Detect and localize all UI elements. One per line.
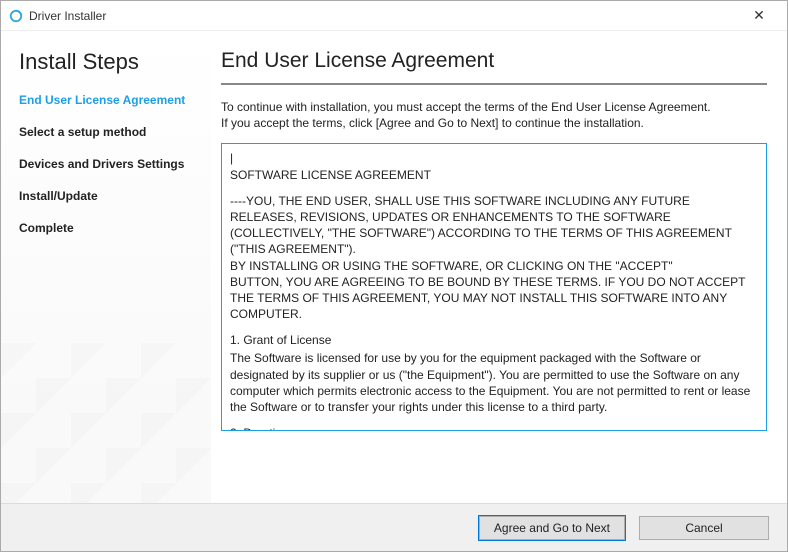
instruction-line-2: If you accept the terms, click [Agree an… xyxy=(221,116,644,130)
agree-next-button[interactable]: Agree and Go to Next xyxy=(479,516,625,540)
step-devices-drivers[interactable]: Devices and Drivers Settings xyxy=(19,157,197,171)
title-rule xyxy=(221,83,767,85)
app-icon xyxy=(9,9,23,23)
license-s2-title: 2. Duration xyxy=(230,425,758,431)
close-button[interactable]: ✕ xyxy=(739,7,779,24)
step-complete[interactable]: Complete xyxy=(19,221,197,235)
step-setup-method[interactable]: Select a setup method xyxy=(19,125,197,139)
body: Install Steps End User License Agreement… xyxy=(1,31,787,503)
instructions: To continue with installation, you must … xyxy=(221,99,767,131)
steps-list: End User License Agreement Select a setu… xyxy=(19,93,197,235)
page-title: End User License Agreement xyxy=(221,49,767,73)
window-title: Driver Installer xyxy=(29,9,739,23)
main-panel: End User License Agreement To continue w… xyxy=(211,31,787,503)
cancel-button[interactable]: Cancel xyxy=(639,516,769,540)
license-textbox[interactable]: | SOFTWARE LICENSE AGREEMENT ----YOU, TH… xyxy=(221,143,767,431)
footer: Agree and Go to Next Cancel xyxy=(1,503,787,551)
titlebar: Driver Installer ✕ xyxy=(1,1,787,31)
license-s1-body: The Software is licensed for use by you … xyxy=(230,350,758,415)
window-root: Driver Installer ✕ Install Steps End Use… xyxy=(0,0,788,552)
step-eula[interactable]: End User License Agreement xyxy=(19,93,197,107)
license-title: SOFTWARE LICENSE AGREEMENT xyxy=(230,167,758,183)
sidebar: Install Steps End User License Agreement… xyxy=(1,31,211,503)
license-cursor: | xyxy=(230,150,758,166)
step-install-update[interactable]: Install/Update xyxy=(19,189,197,203)
instruction-line-1: To continue with installation, you must … xyxy=(221,100,711,114)
sidebar-heading: Install Steps xyxy=(19,49,197,75)
license-intro: ----YOU, THE END USER, SHALL USE THIS SO… xyxy=(230,193,758,323)
license-s1-title: 1. Grant of License xyxy=(230,332,758,348)
